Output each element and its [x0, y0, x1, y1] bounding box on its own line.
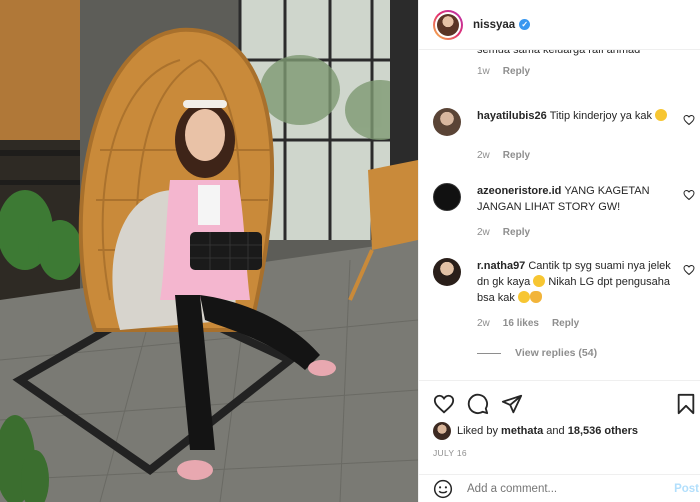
- clap-emoji-icon: [529, 291, 542, 303]
- commenter-avatar[interactable]: [433, 258, 461, 286]
- commenter-username[interactable]: r.natha97: [477, 260, 525, 272]
- post-header: nissyaa ✓: [419, 0, 700, 50]
- liker-username[interactable]: methata: [501, 425, 543, 437]
- add-comment-bar: Post: [419, 474, 700, 502]
- comment-text: azeoneristore.id YANG KAGETAN JANGAN LIHA…: [477, 185, 650, 213]
- action-bar: [419, 380, 700, 424]
- liker-avatar[interactable]: [433, 422, 451, 440]
- comment-time: 2w: [477, 150, 490, 161]
- view-replies-button[interactable]: View replies (54): [477, 347, 597, 359]
- comment-meta: 2w 16 likes Reply: [477, 318, 579, 329]
- post-photo[interactable]: [0, 0, 418, 502]
- instagram-post: nissyaa ✓ semua sama keluarga rafi ahmad…: [0, 0, 700, 502]
- comment-heart-icon[interactable]: [683, 189, 695, 201]
- post-date[interactable]: JULY 16: [433, 448, 467, 458]
- comment-meta: 1w Reply: [477, 66, 530, 77]
- heart-icon[interactable]: [433, 393, 455, 415]
- post-photo-illustration: [0, 0, 418, 502]
- post-comment-button[interactable]: Post: [674, 483, 699, 495]
- smiley-icon[interactable]: [433, 479, 453, 499]
- comment-time: 1w: [477, 66, 490, 77]
- comment-meta: 2w Reply: [477, 227, 530, 238]
- reply-button[interactable]: Reply: [503, 150, 530, 161]
- comment-meta: 2w Reply: [477, 150, 530, 161]
- post-side-panel: nissyaa ✓ semua sama keluarga rafi ahmad…: [418, 0, 700, 502]
- commenter-username[interactable]: hayatilubis26: [477, 110, 547, 122]
- comment-time: 2w: [477, 227, 490, 238]
- comment-text: r.natha97 Cantik tp syg suami nya jelek d…: [477, 260, 671, 304]
- commenter-avatar[interactable]: [433, 183, 461, 211]
- comment-heart-icon[interactable]: [683, 114, 695, 126]
- commenter-avatar[interactable]: [433, 108, 461, 136]
- bookmark-icon[interactable]: [675, 393, 697, 415]
- commenter-username[interactable]: azeoneristore.id: [477, 185, 561, 197]
- grin-emoji-icon: [517, 291, 530, 303]
- grin-emoji-icon: [533, 275, 546, 287]
- paper-plane-icon[interactable]: [501, 393, 523, 415]
- verified-badge-icon: ✓: [519, 19, 531, 30]
- author-username[interactable]: nissyaa: [473, 19, 515, 31]
- comment-text: hayatilubis26 Titip kinderjoy ya kak: [477, 108, 673, 124]
- reply-button[interactable]: Reply: [503, 66, 530, 77]
- comment-heart-icon[interactable]: [683, 264, 695, 276]
- reply-button[interactable]: Reply: [503, 227, 530, 238]
- reply-button[interactable]: Reply: [552, 318, 579, 329]
- comment-time: 2w: [477, 318, 490, 329]
- grin-emoji-icon: [655, 109, 668, 121]
- comments-list[interactable]: semua sama keluarga rafi ahmad 1w Reply …: [419, 50, 700, 380]
- comment-likes-count[interactable]: 16 likes: [503, 318, 539, 329]
- author-avatar[interactable]: [433, 9, 463, 40]
- comment-text: semua sama keluarga rafi ahmad: [477, 50, 641, 56]
- comment-icon[interactable]: [467, 393, 489, 415]
- likes-others-link[interactable]: 18,536 others: [568, 425, 638, 437]
- add-comment-input[interactable]: [467, 482, 663, 495]
- replies-divider-line: [477, 352, 501, 354]
- likes-summary: Liked by methata and 18,536 others: [433, 420, 638, 442]
